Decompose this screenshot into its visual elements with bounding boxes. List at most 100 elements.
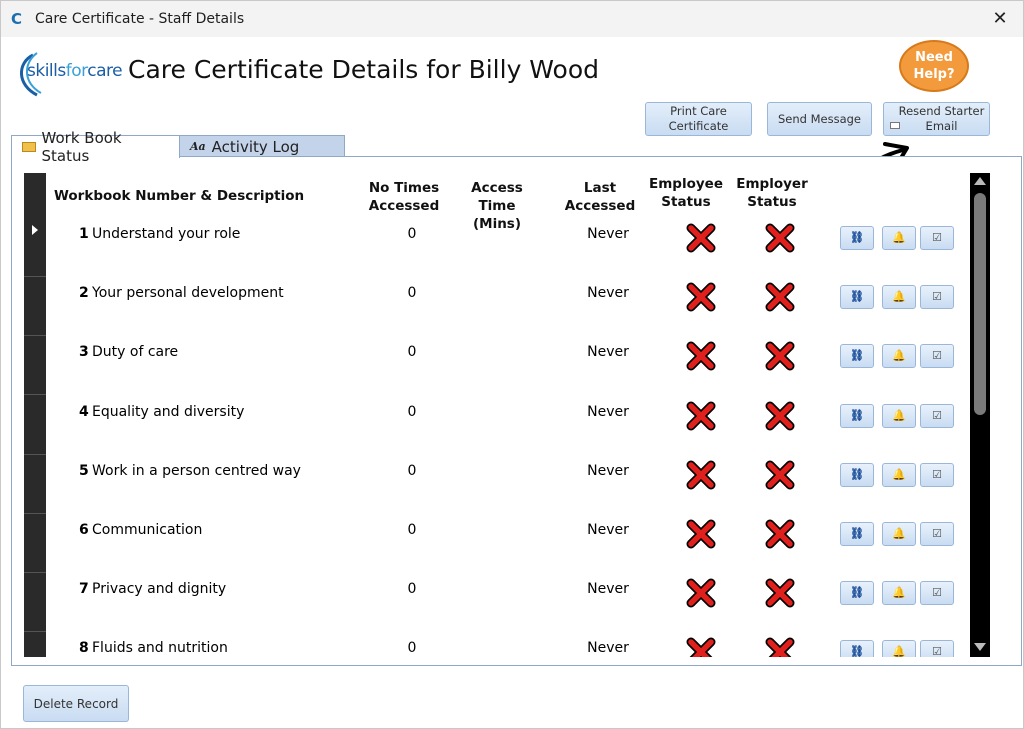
reminder-bell-icon[interactable]: 🔔 <box>882 581 916 606</box>
header-line: Employer <box>736 176 808 192</box>
record-selector[interactable] <box>24 218 46 277</box>
need-help-button[interactable]: Need Help? <box>899 40 969 92</box>
employee-status-x-icon <box>686 578 716 608</box>
view-workbook-binoculars-icon[interactable]: ⛓ <box>840 344 874 369</box>
table-row[interactable]: 6 Communication 0 Never ⛓ 🔔 ☑ <box>46 514 990 573</box>
employer-status-x-icon <box>765 460 795 490</box>
reminder-bell-icon[interactable]: 🔔 <box>882 640 916 657</box>
record-selector[interactable] <box>24 455 46 514</box>
sign-off-check-icon[interactable]: ☑ <box>920 226 954 250</box>
last-accessed: Never <box>587 403 629 420</box>
app-logo-icon: C <box>11 10 23 28</box>
column-header-times-accessed: No Times Accessed <box>364 179 444 215</box>
workbook-description: Fluids and nutrition <box>92 640 228 657</box>
reminder-bell-icon[interactable]: 🔔 <box>882 522 916 546</box>
employee-status-x-icon <box>686 282 716 312</box>
table-row[interactable]: 8 Fluids and nutrition 0 Never ⛓ 🔔 ☑ <box>46 632 990 657</box>
header-line: Last <box>583 180 617 196</box>
vertical-scrollbar[interactable] <box>970 173 990 657</box>
view-workbook-binoculars-icon[interactable]: ⛓ <box>840 462 874 487</box>
print-care-certificate-button[interactable]: Print Care Certificate <box>645 102 752 136</box>
scroll-thumb[interactable] <box>974 193 986 415</box>
view-workbook-binoculars-icon[interactable]: ⛓ <box>840 226 874 250</box>
sign-off-check-icon[interactable]: ☑ <box>920 344 954 369</box>
header-line: No Times <box>368 180 440 196</box>
send-message-button[interactable]: Send Message <box>767 102 872 136</box>
scroll-up-icon[interactable] <box>974 177 986 185</box>
table-row[interactable]: 5 Work in a person centred way 0 Never ⛓ 🔔 ☑ <box>46 455 990 514</box>
employee-status-x-icon <box>686 223 716 253</box>
sign-off-check-icon[interactable]: ☑ <box>920 581 954 606</box>
sign-off-check-icon[interactable]: ☑ <box>920 462 954 487</box>
times-accessed: 0 <box>407 640 417 657</box>
employee-status-x-icon <box>686 519 716 549</box>
header-line: Employee <box>649 176 723 192</box>
employer-status-x-icon <box>765 637 795 657</box>
last-accessed: Never <box>587 462 629 479</box>
column-header-employer-status: Employer Status <box>732 175 812 211</box>
times-accessed: 0 <box>407 581 417 598</box>
table-row[interactable]: 3 Duty of care 0 Never ⛓ 🔔 ☑ <box>46 336 990 395</box>
workbook-number: 1 <box>79 226 89 242</box>
column-header-last-accessed: Last Accessed <box>560 179 640 215</box>
close-button[interactable]: ✕ <box>989 8 1011 30</box>
logo-word-for: for <box>65 61 88 81</box>
header-line: Accessed <box>564 198 636 214</box>
view-workbook-binoculars-icon[interactable]: ⛓ <box>840 403 874 428</box>
tab-work-book-status[interactable]: Work Book Status <box>11 129 180 165</box>
sign-off-check-icon[interactable]: ☑ <box>920 285 954 310</box>
employer-status-x-icon <box>765 519 795 549</box>
reminder-bell-icon[interactable]: 🔔 <box>882 226 916 250</box>
workbook-description: Work in a person centred way <box>92 462 301 479</box>
view-workbook-binoculars-icon[interactable]: ⛓ <box>840 640 874 657</box>
sign-off-check-icon[interactable]: ☑ <box>920 522 954 546</box>
times-accessed: 0 <box>407 226 417 242</box>
reminder-bell-icon[interactable]: 🔔 <box>882 403 916 428</box>
table-row[interactable]: 2 Your personal development 0 Never ⛓ 🔔 ☑ <box>46 277 990 336</box>
record-selector[interactable] <box>24 277 46 337</box>
reminder-bell-icon[interactable]: 🔔 <box>882 462 916 487</box>
delete-record-button[interactable]: Delete Record <box>23 685 129 722</box>
tab-strip: Work Book Status Aa Activity Log <box>11 129 345 165</box>
employee-status-x-icon <box>686 341 716 371</box>
last-accessed: Never <box>587 344 629 361</box>
workbook-status-panel: Workbook Number & Description No Times A… <box>11 156 1022 666</box>
sign-off-check-icon[interactable]: ☑ <box>920 640 954 657</box>
workbook-number: 2 <box>79 285 89 302</box>
resend-starter-email-button[interactable]: Resend Starter Email <box>883 102 990 136</box>
table-row[interactable]: 4 Equality and diversity 0 Never ⛓ 🔔 ☑ <box>46 396 990 455</box>
table-row[interactable]: 1 Understand your role 0 Never ⛓ 🔔 ☑ <box>46 218 990 277</box>
table-row[interactable]: 7 Privacy and dignity 0 Never ⛓ 🔔 ☑ <box>46 573 990 632</box>
last-accessed: Never <box>587 226 629 242</box>
workbook-number: 8 <box>79 640 89 657</box>
record-selector-column <box>24 173 46 657</box>
workbook-description: Communication <box>92 522 203 538</box>
last-accessed: Never <box>587 522 629 538</box>
text-format-icon: Aa <box>190 140 206 153</box>
header-line: Status <box>747 194 797 210</box>
employer-status-x-icon <box>765 282 795 312</box>
view-workbook-binoculars-icon[interactable]: ⛓ <box>840 285 874 310</box>
record-selector[interactable] <box>24 336 46 396</box>
envelope-icon <box>890 122 900 129</box>
record-selector[interactable] <box>24 514 46 573</box>
record-selector[interactable] <box>24 396 46 455</box>
column-header-employee-status: Employee Status <box>646 175 726 211</box>
sign-off-check-icon[interactable]: ☑ <box>920 403 954 428</box>
reminder-bell-icon[interactable]: 🔔 <box>882 285 916 310</box>
staff-details-window: C Care Certificate - Staff Details ✕ ski… <box>0 0 1024 729</box>
print-label-line2: Certificate <box>668 119 729 133</box>
record-selector[interactable] <box>24 632 46 657</box>
tab-activity-log[interactable]: Aa Activity Log <box>179 135 345 157</box>
scroll-down-icon[interactable] <box>974 643 986 651</box>
employee-status-x-icon <box>686 401 716 431</box>
workbook-number: 4 <box>79 403 89 420</box>
view-workbook-binoculars-icon[interactable]: ⛓ <box>840 522 874 546</box>
employer-status-x-icon <box>765 341 795 371</box>
view-workbook-binoculars-icon[interactable]: ⛓ <box>840 581 874 606</box>
help-line-1: Need <box>915 50 953 65</box>
delete-label: Delete Record <box>33 696 119 711</box>
record-selector[interactable] <box>24 573 46 633</box>
logo-word-care: care <box>87 61 123 81</box>
reminder-bell-icon[interactable]: 🔔 <box>882 344 916 369</box>
